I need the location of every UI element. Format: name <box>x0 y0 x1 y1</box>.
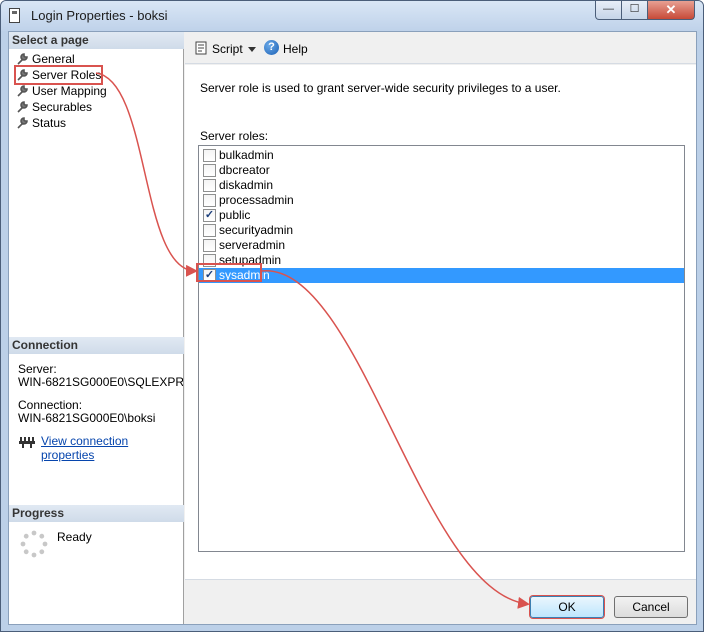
role-checkbox[interactable] <box>203 209 216 222</box>
role-label: dbcreator <box>219 163 270 177</box>
role-checkbox[interactable] <box>203 149 216 162</box>
help-button[interactable]: Help <box>283 41 308 57</box>
sidebar-item-label: General <box>32 52 75 66</box>
progress-header: Progress <box>9 505 184 522</box>
server-roles-page: Server role is used to grant server-wide… <box>185 65 696 579</box>
select-page-header: Select a page <box>9 32 184 49</box>
connection-value: WIN-6821SG000E0\boksi <box>18 411 156 425</box>
role-row-securityadmin[interactable]: securityadmin <box>199 223 684 238</box>
view-connection-properties-link[interactable]: View connection properties <box>41 434 183 462</box>
server-roles-list[interactable]: bulkadmindbcreatordiskadminprocessadminp… <box>198 145 685 552</box>
window-icon <box>9 8 20 23</box>
sidebar-item-status[interactable]: Status <box>16 115 66 131</box>
dialog-client: Select a page General Server Roles User … <box>8 31 697 625</box>
minimize-button[interactable]: — <box>595 1 622 20</box>
script-dropdown-icon[interactable] <box>248 47 256 52</box>
cancel-button[interactable]: Cancel <box>614 596 688 618</box>
role-label: setupadmin <box>219 253 282 267</box>
ok-button[interactable]: OK <box>530 596 604 618</box>
server-roles-label: Server roles: <box>200 129 269 143</box>
progress-spinner-icon <box>20 530 48 558</box>
dialog-footer: OK Cancel <box>185 579 696 624</box>
sidebar-item-user-mapping[interactable]: User Mapping <box>16 83 107 99</box>
role-label: processadmin <box>219 193 294 207</box>
role-row-sysadmin[interactable]: sysadmin <box>199 268 684 283</box>
left-pane: Select a page General Server Roles User … <box>9 32 184 624</box>
wrench-icon <box>17 117 28 129</box>
role-checkbox[interactable] <box>203 254 216 267</box>
role-label: public <box>219 208 251 222</box>
progress-status: Ready <box>57 530 92 544</box>
wrench-icon <box>17 85 28 97</box>
sidebar-item-securables[interactable]: Securables <box>16 99 92 115</box>
role-label: securityadmin <box>219 223 294 237</box>
window-title: Login Properties - boksi <box>31 8 168 23</box>
title-bar[interactable]: Login Properties - boksi — ☐ ✕ <box>1 1 703 31</box>
sidebar-item-label: Securables <box>32 100 93 114</box>
role-checkbox[interactable] <box>203 224 216 237</box>
wrench-icon <box>17 101 28 113</box>
role-row-serveradmin[interactable]: serveradmin <box>199 238 684 253</box>
sidebar-item-label: Server Roles <box>32 68 102 82</box>
maximize-button[interactable]: ☐ <box>622 1 648 20</box>
role-row-setupadmin[interactable]: setupadmin <box>199 253 684 268</box>
connection-properties-icon <box>19 437 35 448</box>
role-row-processadmin[interactable]: processadmin <box>199 193 684 208</box>
role-label: serveradmin <box>219 238 286 252</box>
role-checkbox[interactable] <box>203 164 216 177</box>
role-checkbox[interactable] <box>203 194 216 207</box>
close-button[interactable]: ✕ <box>648 1 695 20</box>
role-label: diskadmin <box>219 178 274 192</box>
server-value: WIN-6821SG000E0\SQLEXPRESS <box>18 375 183 389</box>
sidebar-item-label: Status <box>32 116 67 130</box>
sidebar-item-label: User Mapping <box>32 84 107 98</box>
role-checkbox[interactable] <box>203 269 216 282</box>
script-button[interactable]: Script <box>212 41 243 57</box>
role-row-diskadmin[interactable]: diskadmin <box>199 178 684 193</box>
wrench-icon <box>17 69 28 81</box>
role-label: bulkadmin <box>219 148 274 162</box>
toolbar: Script ? Help <box>185 32 696 64</box>
role-row-public[interactable]: public <box>199 208 684 223</box>
server-label: Server: <box>18 362 57 376</box>
sidebar-item-general[interactable]: General <box>16 51 75 67</box>
role-label: sysadmin <box>219 268 270 282</box>
help-icon[interactable]: ? <box>264 40 279 55</box>
script-icon <box>195 41 207 55</box>
connection-label: Connection: <box>18 398 83 412</box>
role-checkbox[interactable] <box>203 239 216 252</box>
role-row-bulkadmin[interactable]: bulkadmin <box>199 148 684 163</box>
login-properties-window: Login Properties - boksi — ☐ ✕ Select a … <box>0 0 704 632</box>
sidebar-item-server-roles[interactable]: Server Roles <box>13 65 104 85</box>
wrench-icon <box>17 53 28 65</box>
page-description: Server role is used to grant server-wide… <box>200 81 561 95</box>
role-checkbox[interactable] <box>203 179 216 192</box>
connection-header: Connection <box>9 337 184 354</box>
role-row-dbcreator[interactable]: dbcreator <box>199 163 684 178</box>
